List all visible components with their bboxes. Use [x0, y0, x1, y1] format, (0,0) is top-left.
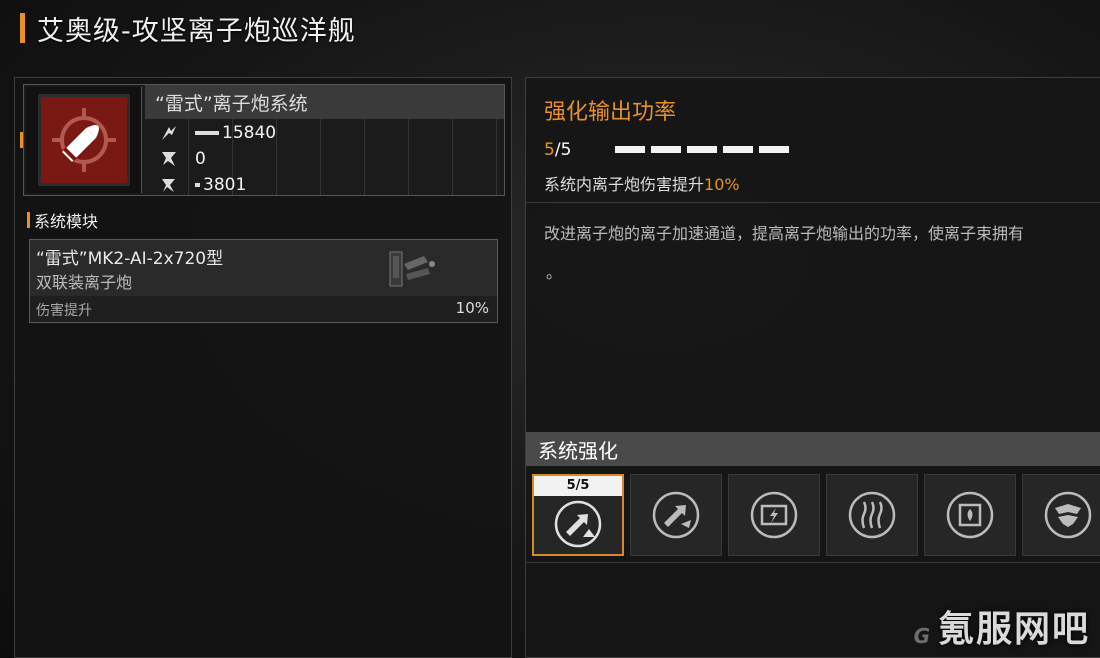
- weapon-name: “雷式”离子炮系统: [145, 85, 504, 119]
- divider: [526, 202, 1100, 203]
- stat-value-range: 3801: [203, 175, 247, 195]
- power-arrow-icon: [652, 491, 700, 539]
- weapon-stats: 15840 0 3801: [145, 119, 504, 195]
- level-pip: [759, 146, 789, 153]
- level-pip: [723, 146, 753, 153]
- enhance-slot-2[interactable]: [630, 474, 722, 556]
- page-title-bar: 艾奥级-攻坚离子炮巡洋舰: [20, 8, 356, 48]
- effect-text: 系统内离子炮伤害提升: [544, 175, 705, 194]
- level-pips: [615, 146, 789, 153]
- beast-emblem-icon: [1044, 491, 1092, 539]
- system-enhance-header: 系统强化: [526, 432, 1100, 466]
- enhancement-description: 改进离子炮的离子加速通道，提高离子炮输出的功率，使离子束拥有: [544, 224, 1025, 243]
- enhance-slots: 5/5: [532, 474, 1100, 556]
- level-pip: [615, 146, 645, 153]
- module-card[interactable]: “雷式”MK2-AI-2x720型 双联装离子炮 伤害提升 10%: [29, 239, 498, 323]
- twin-cannon-icon: [389, 251, 435, 287]
- level-pip: [687, 146, 717, 153]
- modules-label: 系统模块: [34, 212, 99, 231]
- chip-shield-icon: [946, 491, 994, 539]
- module-stat-value: 10%: [455, 299, 489, 317]
- stat-marker: [195, 183, 200, 187]
- enhance-slot-6[interactable]: [1022, 474, 1100, 556]
- effect-value: 10%: [704, 175, 740, 194]
- stat-row-penetration: 0: [159, 149, 206, 169]
- weapon-header[interactable]: “雷式”离子炮系统 15840 0 3801: [20, 84, 505, 196]
- slot-level: 5/5: [534, 476, 622, 496]
- enhance-slot-1[interactable]: 5/5: [532, 474, 624, 556]
- weapon-panel: “雷式”离子炮系统 15840 0 3801 系统模块 “雷式”MK2-AI-2…: [14, 77, 512, 658]
- enhancement-effect: 系统内离子炮伤害提升10%: [544, 171, 740, 195]
- module-subtitle: 双联装离子炮: [36, 273, 133, 292]
- range-icon: [162, 179, 175, 192]
- page-title: 艾奥级-攻坚离子炮巡洋舰: [37, 15, 356, 47]
- stat-value-penetration: 0: [195, 149, 206, 169]
- title-accent: [20, 13, 25, 43]
- module-stat-label: 伤害提升: [36, 303, 92, 319]
- enhance-slot-4[interactable]: [826, 474, 918, 556]
- section-accent: [27, 212, 30, 228]
- enhance-slot-3[interactable]: [728, 474, 820, 556]
- stat-value-damage: 15840: [222, 123, 277, 143]
- description-tail: 。: [546, 263, 563, 282]
- stat-row-damage: 15840: [159, 123, 276, 143]
- level-max: 5: [560, 140, 572, 160]
- stat-row-range: 3801: [159, 175, 246, 195]
- selection-marker: [20, 132, 23, 148]
- enhancement-panel: 强化输出功率 5/5 系统内离子炮伤害提升10% 改进离子炮的离子加速通道，提高…: [525, 77, 1100, 658]
- divider: [526, 562, 1100, 563]
- enhance-slot-5[interactable]: [924, 474, 1016, 556]
- ion-bullet-crosshair-icon: [37, 94, 130, 186]
- watermark: 氪服网吧: [937, 609, 1090, 650]
- level-current: 5: [544, 140, 555, 160]
- level-pip: [651, 146, 681, 153]
- modules-section-label: 系统模块: [27, 208, 98, 232]
- power-up-arrow-icon: [554, 500, 602, 548]
- watermark-mark: G: [913, 624, 930, 648]
- enhancement-level: 5/5: [544, 140, 571, 160]
- damage-icon: [162, 126, 176, 140]
- module-name: “雷式”MK2-AI-2x720型: [36, 249, 224, 269]
- enhancement-title: 强化输出功率: [544, 100, 677, 125]
- penetration-icon: [162, 152, 176, 166]
- weapon-icon-box: [20, 87, 142, 193]
- stat-marker: [195, 131, 219, 135]
- heat-waves-icon: [848, 491, 896, 539]
- energy-card-icon: [750, 491, 798, 539]
